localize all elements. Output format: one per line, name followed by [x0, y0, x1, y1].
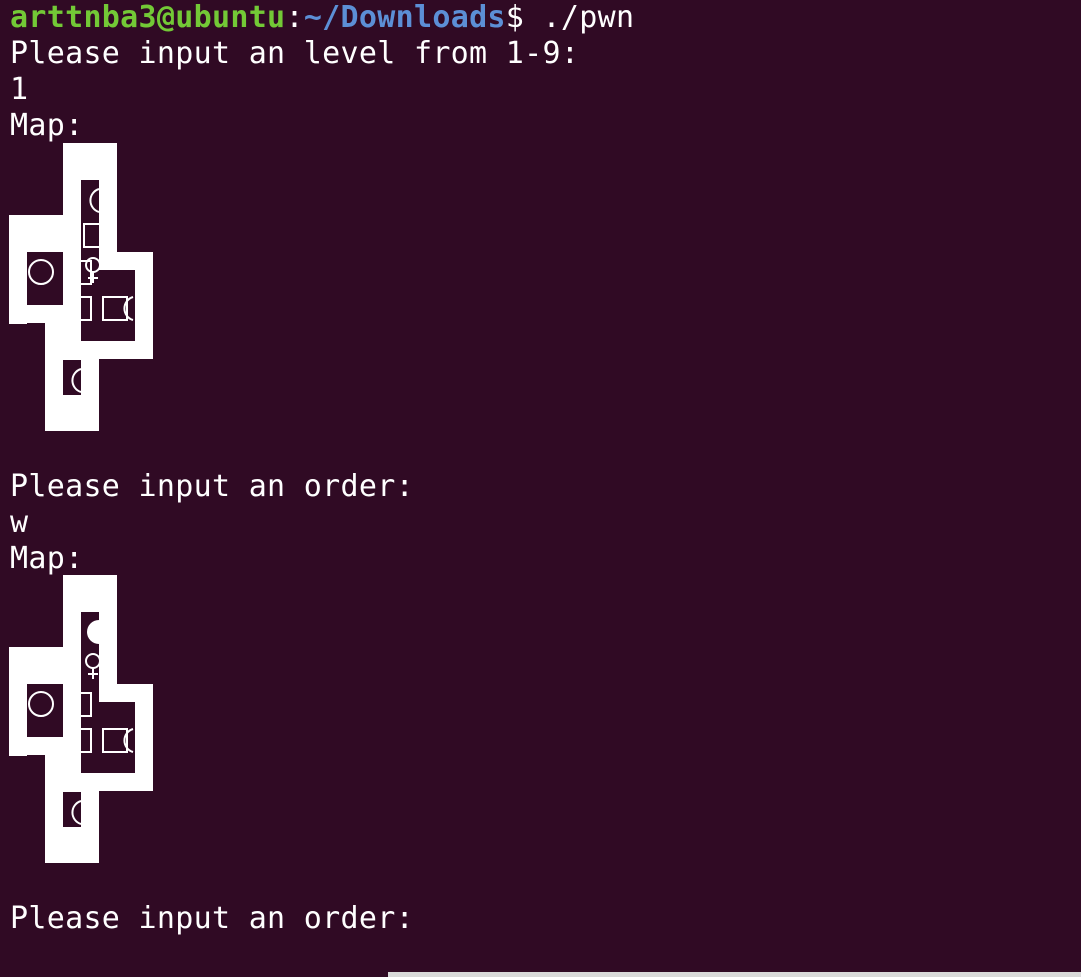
- wall-blocks: [9, 143, 153, 431]
- box-square-icon: [102, 296, 128, 321]
- goal-circle-icon: [123, 296, 134, 321]
- prompt-separator: :: [285, 0, 304, 35]
- goal-circle-icon: [123, 728, 134, 753]
- player-female-sign-icon: [85, 257, 101, 273]
- goal-circle-icon: [71, 368, 82, 393]
- order-value-1: w: [10, 505, 29, 540]
- goal-circle-icon: [28, 259, 54, 285]
- player-female-sign-icon: [85, 653, 101, 669]
- prompt-line: arttnba3@ubuntu:~/Downloads$ ./pwn: [10, 0, 634, 36]
- sokoban-map-2: [0, 575, 170, 865]
- prompt-command: ./pwn: [524, 0, 635, 35]
- goal-circle-icon: [71, 800, 82, 825]
- prompt-dollar: $: [505, 0, 525, 35]
- horizontal-scrollbar[interactable]: [388, 972, 1081, 977]
- sokoban-map-1: [0, 143, 170, 433]
- level-value: 1: [10, 72, 29, 107]
- order-prompt-1: Please input an order:: [10, 469, 414, 504]
- map-label-2: Map:: [10, 541, 84, 576]
- order-prompt-2: Please input an order:: [10, 901, 414, 936]
- prompt-path: ~/Downloads: [303, 0, 506, 35]
- wall-blocks: [9, 575, 153, 863]
- prompt-user: arttnba3@ubuntu: [10, 0, 286, 35]
- level-prompt: Please input an level from 1-9:: [10, 36, 580, 71]
- map-label-1: Map:: [10, 108, 84, 143]
- box-on-goal-icon: [87, 620, 99, 644]
- box-square-icon: [83, 223, 102, 248]
- goal-circle-icon: [28, 691, 54, 717]
- goal-circle-icon: [89, 188, 100, 213]
- terminal-window[interactable]: arttnba3@ubuntu:~/Downloads$ ./pwn Pleas…: [0, 0, 1081, 977]
- box-square-icon: [102, 728, 128, 753]
